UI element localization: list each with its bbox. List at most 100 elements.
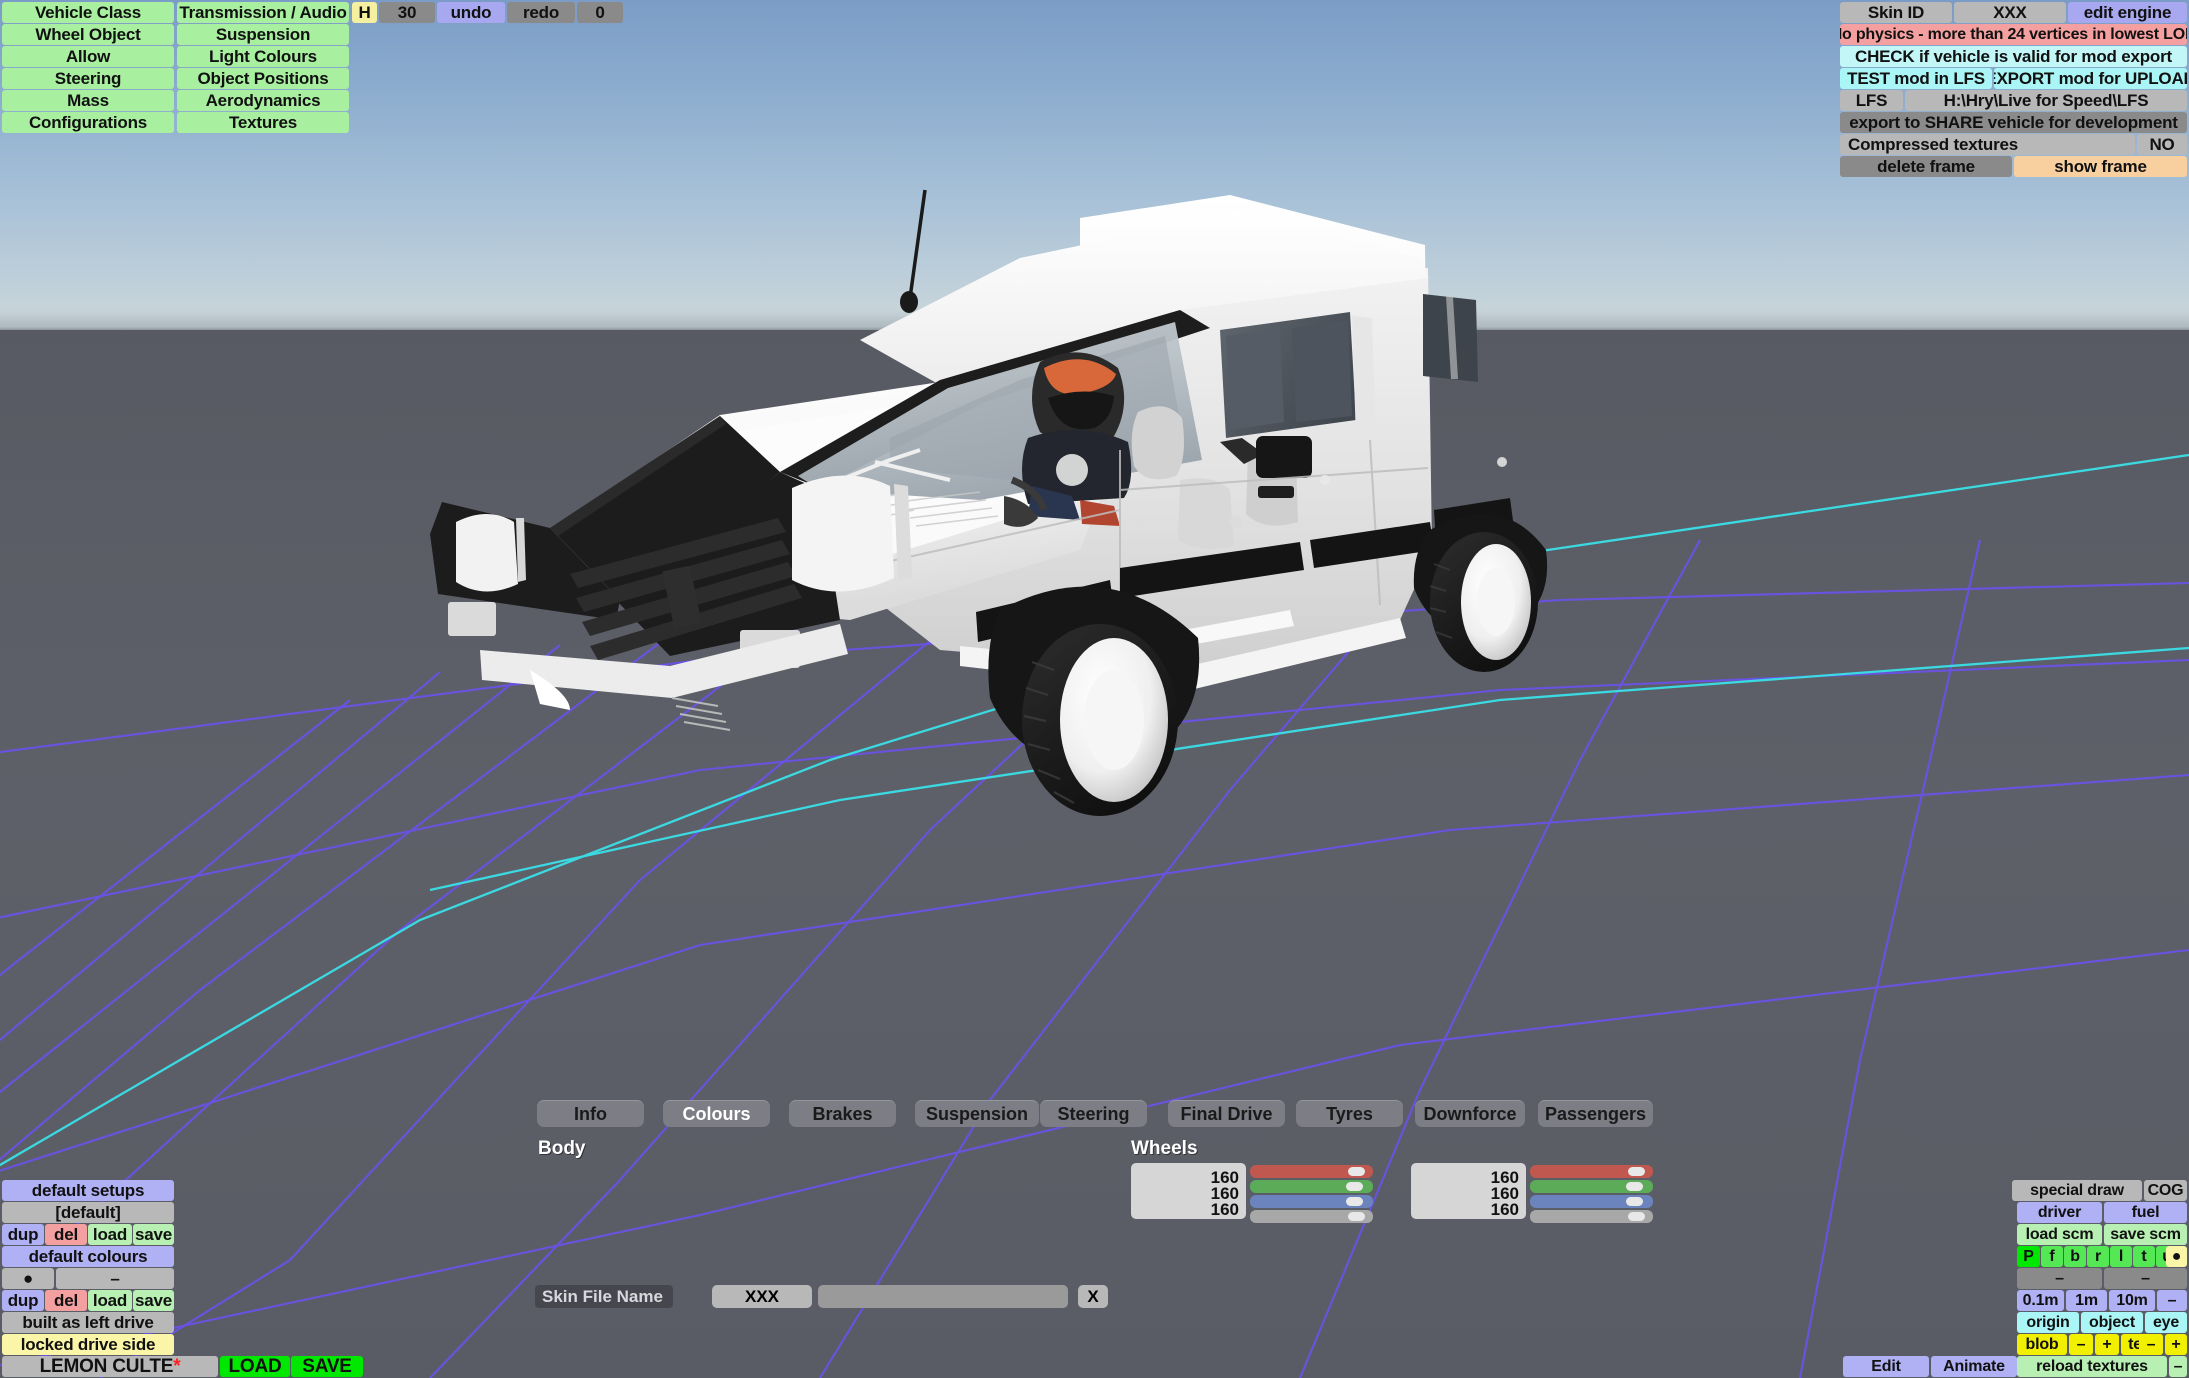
- menu-mass[interactable]: Mass: [2, 90, 174, 111]
- step-value-field[interactable]: 30: [379, 2, 435, 23]
- 3d-viewport[interactable]: [0, 0, 2189, 1378]
- body-colour-swatch[interactable]: 160 160 160: [1131, 1163, 1246, 1219]
- drive-side-label[interactable]: built as left drive: [2, 1312, 174, 1333]
- default-setups-header[interactable]: default setups: [2, 1180, 174, 1201]
- export-share-button[interactable]: export to SHARE vehicle for development: [1840, 112, 2187, 133]
- scale-1m-button[interactable]: 1m: [2066, 1290, 2107, 1311]
- blob-minus-button[interactable]: –: [2069, 1334, 2093, 1355]
- tab-suspension[interactable]: Suspension: [915, 1100, 1039, 1127]
- scale-10m-button[interactable]: 10m: [2109, 1290, 2155, 1311]
- tab-info[interactable]: Info: [537, 1100, 644, 1127]
- view-key-r[interactable]: r: [2087, 1246, 2109, 1267]
- menu-object-positions[interactable]: Object Positions: [177, 68, 349, 89]
- anchor-origin-button[interactable]: origin: [2017, 1312, 2079, 1333]
- test-mod-button[interactable]: TEST mod in LFS: [1840, 68, 1992, 89]
- vehicle-model-citroen-c15-van[interactable]: [420, 150, 1620, 970]
- body-blue-slider[interactable]: [1250, 1195, 1373, 1208]
- text-minus-button[interactable]: –: [2139, 1334, 2163, 1355]
- show-frame-button[interactable]: show frame: [2014, 156, 2187, 177]
- scale-none-button[interactable]: –: [2157, 1290, 2187, 1311]
- blob-label-button[interactable]: blob: [2017, 1334, 2067, 1355]
- skin-file-name-input[interactable]: [818, 1285, 1068, 1308]
- tab-steering[interactable]: Steering: [1040, 1100, 1147, 1127]
- tool-slot-left[interactable]: –: [2017, 1268, 2102, 1289]
- wheels-colour-swatch[interactable]: 160 160 160: [1411, 1163, 1526, 1219]
- body-alpha-slider[interactable]: [1250, 1210, 1373, 1223]
- wheels-blue-slider[interactable]: [1530, 1195, 1653, 1208]
- menu-transmission-audio[interactable]: Transmission / Audio: [177, 2, 349, 23]
- tab-passengers[interactable]: Passengers: [1538, 1100, 1653, 1127]
- menu-light-colours[interactable]: Light Colours: [177, 46, 349, 67]
- skin-file-prefix-field[interactable]: XXX: [712, 1285, 812, 1308]
- setup-dup-button[interactable]: dup: [2, 1224, 44, 1245]
- blob-plus-button[interactable]: +: [2095, 1334, 2119, 1355]
- tab-brakes[interactable]: Brakes: [789, 1100, 896, 1127]
- export-upload-button[interactable]: EXPORT mod for UPLOAD: [1994, 68, 2187, 89]
- setup-del-button[interactable]: del: [45, 1224, 87, 1245]
- body-red-slider[interactable]: [1250, 1165, 1373, 1178]
- menu-steering[interactable]: Steering: [2, 68, 174, 89]
- redo-count-field[interactable]: 0: [577, 2, 623, 23]
- text-plus-button[interactable]: +: [2165, 1334, 2187, 1355]
- animate-mode-button[interactable]: Animate: [1931, 1356, 2017, 1377]
- lfs-folder-label[interactable]: LFS: [1840, 90, 1903, 111]
- fuel-toggle-button[interactable]: fuel: [2104, 1202, 2187, 1223]
- menu-allow[interactable]: Allow: [2, 46, 174, 67]
- colour-save-button[interactable]: save: [133, 1290, 174, 1311]
- tab-downforce[interactable]: Downforce: [1415, 1100, 1525, 1127]
- lfs-path-field[interactable]: H:\Hry\Live for Speed\LFS: [1905, 90, 2187, 111]
- wheels-green-slider[interactable]: [1530, 1180, 1653, 1193]
- view-key-b[interactable]: b: [2064, 1246, 2086, 1267]
- colour-del-button[interactable]: del: [45, 1290, 87, 1311]
- view-key-l[interactable]: l: [2110, 1246, 2132, 1267]
- menu-wheel-object[interactable]: Wheel Object: [2, 24, 174, 45]
- driver-toggle-button[interactable]: driver: [2017, 1202, 2102, 1223]
- redo-button[interactable]: redo: [507, 2, 575, 23]
- current-setup-field[interactable]: [default]: [2, 1202, 174, 1223]
- locked-drive-side-label[interactable]: locked drive side: [2, 1334, 174, 1355]
- mod-save-button[interactable]: SAVE: [291, 1356, 363, 1377]
- view-key-p[interactable]: P: [2017, 1246, 2040, 1267]
- menu-suspension[interactable]: Suspension: [177, 24, 349, 45]
- special-draw-button[interactable]: special draw: [2012, 1180, 2142, 1201]
- default-colours-header[interactable]: default colours: [2, 1246, 174, 1267]
- tool-slot-right[interactable]: –: [2104, 1268, 2187, 1289]
- menu-vehicle-class[interactable]: Vehicle Class: [2, 2, 174, 23]
- colour-slot-dot[interactable]: ●: [2, 1268, 54, 1289]
- tab-final-drive[interactable]: Final Drive: [1168, 1100, 1285, 1127]
- setup-load-button[interactable]: load: [88, 1224, 132, 1245]
- wheels-alpha-slider[interactable]: [1530, 1210, 1653, 1223]
- colour-load-button[interactable]: load: [88, 1290, 132, 1311]
- tab-tyres[interactable]: Tyres: [1296, 1100, 1403, 1127]
- menu-aerodynamics[interactable]: Aerodynamics: [177, 90, 349, 111]
- setup-save-button[interactable]: save: [133, 1224, 174, 1245]
- view-key-f[interactable]: f: [2041, 1246, 2063, 1267]
- view-dot-button[interactable]: ●: [2166, 1246, 2187, 1267]
- reload-minus-button[interactable]: –: [2169, 1356, 2187, 1377]
- body-green-slider[interactable]: [1250, 1180, 1373, 1193]
- anchor-eye-button[interactable]: eye: [2145, 1312, 2187, 1333]
- load-scm-button[interactable]: load scm: [2017, 1224, 2102, 1245]
- anchor-object-button[interactable]: object: [2081, 1312, 2143, 1333]
- delete-frame-button[interactable]: delete frame: [1840, 156, 2012, 177]
- skin-id-value-field[interactable]: XXX: [1954, 2, 2066, 23]
- mod-load-button[interactable]: LOAD: [220, 1356, 290, 1377]
- colour-slot-name[interactable]: –: [56, 1268, 174, 1289]
- tab-colours[interactable]: Colours: [663, 1100, 770, 1127]
- menu-configurations[interactable]: Configurations: [2, 112, 174, 133]
- cog-button[interactable]: COG: [2144, 1180, 2187, 1201]
- check-valid-button[interactable]: CHECK if vehicle is valid for mod export: [1840, 46, 2187, 67]
- view-key-t[interactable]: t: [2133, 1246, 2155, 1267]
- save-scm-button[interactable]: save scm: [2104, 1224, 2187, 1245]
- mod-name-field[interactable]: LEMON CULTE*: [2, 1356, 218, 1377]
- edit-engine-button[interactable]: edit engine: [2068, 2, 2187, 23]
- scale-0-1m-button[interactable]: 0.1m: [2017, 1290, 2064, 1311]
- colour-dup-button[interactable]: dup: [2, 1290, 44, 1311]
- edit-mode-button[interactable]: Edit: [1843, 1356, 1929, 1377]
- wheels-red-slider[interactable]: [1530, 1165, 1653, 1178]
- reload-textures-button[interactable]: reload textures: [2017, 1356, 2167, 1377]
- skin-file-clear-button[interactable]: X: [1078, 1285, 1108, 1308]
- undo-button[interactable]: undo: [437, 2, 505, 23]
- menu-textures[interactable]: Textures: [177, 112, 349, 133]
- mode-key-button[interactable]: H: [352, 2, 377, 23]
